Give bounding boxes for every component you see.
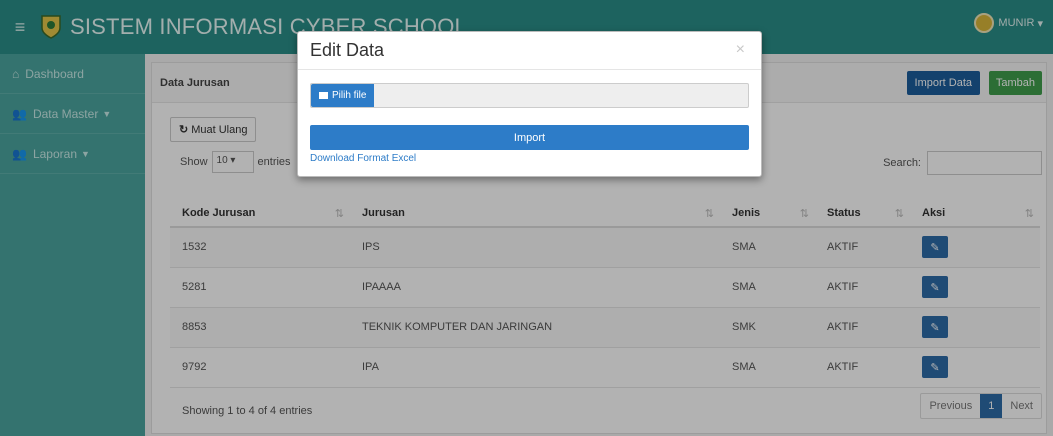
- modal-title: Edit Data: [298, 32, 761, 70]
- edit-data-modal: Edit Data × Pilih file Import Download F…: [297, 31, 762, 177]
- file-input[interactable]: Pilih file: [310, 83, 749, 108]
- close-icon[interactable]: ×: [736, 41, 745, 59]
- import-button[interactable]: Import: [310, 125, 749, 150]
- choose-file-label: Pilih file: [332, 90, 367, 101]
- download-format-link[interactable]: Download Format Excel: [310, 153, 416, 164]
- folder-icon: [319, 92, 328, 99]
- choose-file-button[interactable]: Pilih file: [311, 84, 375, 107]
